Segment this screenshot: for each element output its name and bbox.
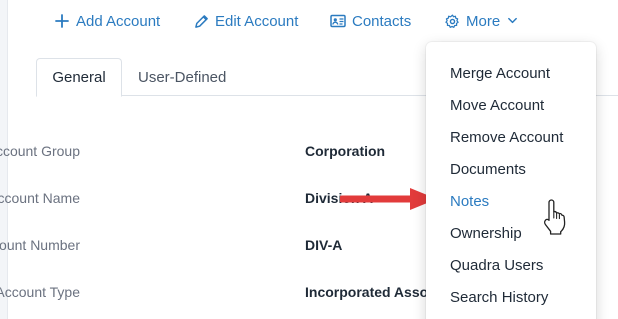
- add-account-button[interactable]: Add Account: [54, 10, 160, 32]
- edit-account-button[interactable]: Edit Account: [193, 10, 298, 32]
- address-card-icon: [330, 13, 346, 29]
- field-value: Corporation: [305, 143, 386, 159]
- menu-item-notes[interactable]: Notes: [450, 193, 489, 210]
- more-dropdown-menu: Merge Account Move Account Remove Accoun…: [426, 42, 596, 319]
- pencil-icon: [193, 13, 209, 29]
- menu-item-documents[interactable]: Documents: [450, 161, 526, 178]
- field-label: Account Name: [0, 190, 80, 206]
- tab-user-defined[interactable]: User-Defined: [138, 58, 226, 96]
- more-label: More: [466, 12, 501, 30]
- menu-item-merge-account[interactable]: Merge Account: [450, 65, 550, 82]
- field-label: Account Group: [0, 143, 80, 159]
- hand-pointer-cursor-icon: [544, 199, 566, 235]
- add-account-label: Add Account: [76, 12, 161, 30]
- field-row-account-group: Account Group Corporation: [0, 143, 430, 165]
- contacts-label: Contacts: [352, 12, 412, 30]
- more-menu-button[interactable]: More: [444, 10, 519, 32]
- edit-account-label: Edit Account: [215, 12, 299, 30]
- field-row-account-type: Account Type Incorporated Association: [0, 284, 473, 306]
- field-value: DIV-A: [305, 237, 343, 253]
- plus-icon: [54, 13, 70, 29]
- menu-item-ownership[interactable]: Ownership: [450, 225, 522, 242]
- gear-icon: [444, 13, 460, 29]
- menu-item-move-account[interactable]: Move Account: [450, 97, 544, 114]
- chevron-down-icon: [507, 15, 519, 27]
- menu-item-remove-account[interactable]: Remove Account: [450, 129, 563, 146]
- red-arrow-icon: [340, 188, 437, 210]
- field-row-account-number: Account Number DIV-A: [0, 237, 430, 259]
- menu-item-search-history[interactable]: Search History: [450, 289, 548, 306]
- menu-item-quadra-users[interactable]: Quadra Users: [450, 257, 543, 274]
- tab-general[interactable]: General: [36, 58, 122, 97]
- field-label: Account Number: [0, 237, 80, 253]
- account-toolbar: Add Account Edit Account Contacts More: [0, 0, 618, 42]
- contacts-button[interactable]: Contacts: [330, 10, 411, 32]
- field-label: Account Type: [0, 284, 80, 300]
